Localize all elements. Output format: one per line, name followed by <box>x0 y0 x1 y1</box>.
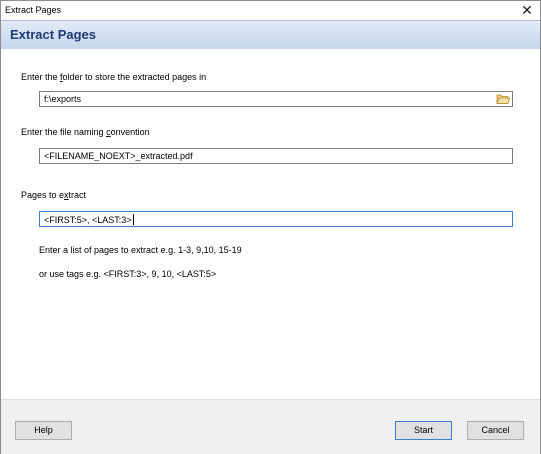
pages-input-value: <FIRST:5>, <LAST:3> <box>44 214 134 225</box>
folder-input[interactable]: f:\exports <box>39 91 513 107</box>
title-bar: Extract Pages ✕ <box>1 1 540 20</box>
help-button[interactable]: Help <box>15 421 72 440</box>
pages-label: Pages to extract <box>21 190 87 200</box>
dialog-header: Extract Pages <box>1 20 540 50</box>
extract-pages-dialog: Extract Pages ✕ Extract Pages Enter the … <box>0 0 541 454</box>
dialog-footer: Help Start Cancel <box>1 399 540 454</box>
close-icon[interactable]: ✕ <box>520 2 534 18</box>
text-caret <box>132 214 134 225</box>
pages-input[interactable]: <FIRST:5>, <LAST:3> <box>39 211 513 227</box>
cancel-button[interactable]: Cancel <box>467 421 524 440</box>
dialog-body: Enter the folder to store the extracted … <box>1 49 540 399</box>
pages-hint-range: Enter a list of pages to extract e.g. 1-… <box>39 245 242 255</box>
start-button[interactable]: Start <box>395 421 452 440</box>
pages-hint-tags: or use tags e.g. <FIRST:3>, 9, 10, <LAST… <box>39 269 217 279</box>
folder-input-value: f:\exports <box>44 94 82 104</box>
naming-label: Enter the file naming convention <box>21 127 150 137</box>
page-title: Extract Pages <box>10 27 96 42</box>
window-title: Extract Pages <box>5 5 62 15</box>
folder-icon[interactable] <box>496 93 511 105</box>
naming-input[interactable]: <FILENAME_NOEXT>_extracted.pdf <box>39 148 513 164</box>
folder-label: Enter the folder to store the extracted … <box>21 72 207 82</box>
naming-input-value: <FILENAME_NOEXT>_extracted.pdf <box>44 151 193 161</box>
